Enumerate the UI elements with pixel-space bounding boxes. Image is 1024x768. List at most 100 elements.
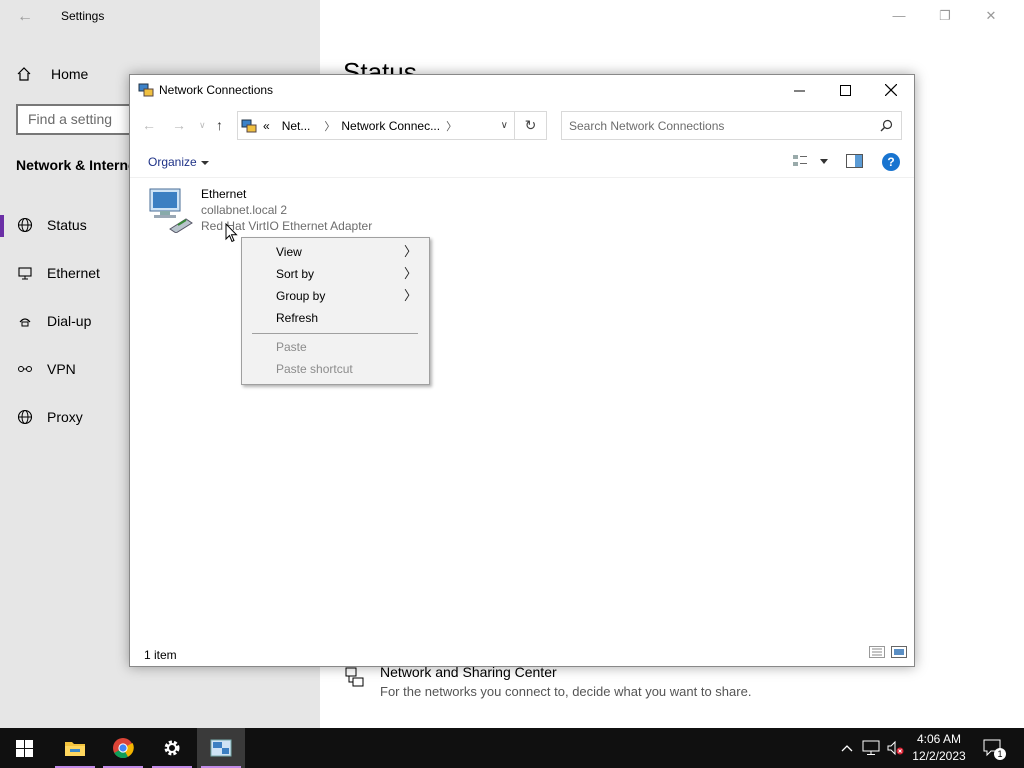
- menu-item-paste[interactable]: Paste: [244, 336, 427, 358]
- up-arrow-icon[interactable]: ↑: [216, 117, 223, 133]
- breadcrumb-chevron-icon[interactable]: 〉: [446, 118, 457, 134]
- breadcrumb-chevron-icon[interactable]: 〉: [324, 118, 335, 134]
- home-icon: [17, 67, 31, 81]
- context-menu: View 〉 Sort by 〉 Group by 〉 Refresh Past…: [241, 237, 430, 385]
- menu-item-refresh[interactable]: Refresh: [244, 307, 427, 329]
- connection-item-ethernet[interactable]: Ethernet collabnet.local 2 Red Hat VirtI…: [146, 185, 386, 237]
- taskbar-network-connections[interactable]: [197, 728, 245, 768]
- network-tray[interactable]: [860, 728, 882, 768]
- restore-icon[interactable]: ❐: [922, 8, 968, 24]
- address-bar[interactable]: « Net... 〉 Network Connec... 〉 ∨: [237, 111, 515, 140]
- minimize-icon[interactable]: —: [876, 8, 922, 24]
- sidebar-item-label: Status: [47, 217, 87, 233]
- vpn-icon: [16, 360, 34, 378]
- notification-center[interactable]: 1: [978, 728, 1008, 768]
- back-arrow-icon[interactable]: ←: [142, 117, 156, 133]
- refresh-icon: ↻: [524, 117, 537, 133]
- menu-item-label: Refresh: [276, 311, 319, 325]
- sidebar-item-label: Dial-up: [47, 313, 92, 329]
- chevron-right-icon: 〉: [403, 244, 417, 259]
- clock-time: 4:06 AM: [916, 732, 962, 746]
- globe-icon: [16, 216, 34, 234]
- menu-item-sort-by[interactable]: Sort by 〉: [244, 263, 427, 285]
- breadcrumb-item[interactable]: Network Connec...: [341, 119, 440, 133]
- minimize-button[interactable]: [776, 75, 822, 105]
- address-dropdown-icon[interactable]: ∨: [501, 120, 508, 131]
- phone-icon: [16, 312, 34, 330]
- menu-item-group-by[interactable]: Group by 〉: [244, 285, 427, 307]
- menu-item-view[interactable]: View 〉: [244, 241, 427, 263]
- chevron-right-icon: 〉: [403, 288, 417, 303]
- sidebar-item-label: Ethernet: [47, 265, 100, 281]
- status-view-buttons: [869, 646, 907, 658]
- chevron-down-icon: [200, 160, 209, 165]
- address-row: ← → ∨ ↑ « Net... 〉 Network Connec... 〉 ∨…: [130, 108, 914, 142]
- show-hidden-icons[interactable]: [838, 728, 856, 768]
- menu-item-label: Paste shortcut: [276, 362, 353, 376]
- title-bar[interactable]: Network Connections: [130, 75, 914, 105]
- preview-pane-icon[interactable]: [846, 154, 863, 168]
- back-arrow-icon[interactable]: ←: [14, 6, 36, 28]
- network-connections-icon: [138, 83, 154, 97]
- minimize-icon: [793, 90, 805, 91]
- clock-date: 12/2/2023: [912, 749, 966, 763]
- menu-item-label: Paste: [276, 340, 307, 354]
- chevron-right-icon: 〉: [403, 266, 417, 281]
- breadcrumb-overflow[interactable]: «: [263, 119, 270, 133]
- close-icon: [885, 84, 897, 96]
- view-options-icon: [793, 155, 807, 166]
- settings-title: Settings: [61, 9, 105, 23]
- chevron-up-icon: [841, 745, 853, 752]
- notification-badge: 1: [994, 748, 1006, 760]
- recent-chevron-icon[interactable]: ∨: [199, 120, 206, 131]
- maximize-button[interactable]: [822, 75, 868, 105]
- breadcrumb-item[interactable]: Net...: [282, 119, 311, 133]
- taskbar-chrome[interactable]: [99, 728, 147, 768]
- menu-item-label: Group by: [276, 289, 326, 303]
- close-button[interactable]: [868, 75, 914, 105]
- search-placeholder: Search Network Connections: [569, 118, 725, 133]
- settings-icon: [164, 740, 180, 756]
- chevron-down-icon: [820, 158, 828, 164]
- large-icons-view-icon[interactable]: [891, 646, 907, 658]
- network-connections-icon: [210, 739, 232, 757]
- close-icon[interactable]: ✕: [968, 8, 1014, 24]
- sidebar-item-label: Proxy: [47, 409, 83, 425]
- search-input[interactable]: Search Network Connections: [561, 111, 902, 140]
- section-heading: Network & Internet: [16, 157, 141, 173]
- home-nav-item[interactable]: Home: [16, 63, 88, 85]
- start-button[interactable]: [0, 728, 48, 768]
- menu-item-label: Sort by: [276, 267, 315, 281]
- sharing-center-description: For the networks you connect to, decide …: [380, 684, 752, 699]
- details-view-icon[interactable]: [869, 646, 885, 658]
- refresh-button[interactable]: ↻: [515, 111, 547, 140]
- taskbar: 4:06 AM 12/2/2023 1: [0, 728, 1024, 768]
- monitor-icon: [16, 264, 34, 282]
- volume-tray[interactable]: [884, 728, 906, 768]
- search-icon: [880, 119, 893, 132]
- network-connections-icon: [241, 119, 257, 132]
- menu-separator: [252, 333, 418, 334]
- network-status-icon: [862, 740, 880, 755]
- maximize-icon: [839, 84, 851, 96]
- forward-arrow-icon[interactable]: →: [172, 117, 186, 133]
- help-icon[interactable]: ?: [882, 153, 900, 171]
- view-options-button[interactable]: [792, 154, 828, 168]
- home-label: Home: [51, 66, 89, 82]
- menu-item-label: View: [276, 245, 302, 259]
- chrome-icon: [113, 738, 134, 759]
- taskbar-file-explorer[interactable]: [51, 728, 99, 768]
- sidebar-item-label: VPN: [47, 361, 76, 377]
- sharing-center-icon: [345, 667, 364, 687]
- taskbar-settings[interactable]: [148, 728, 196, 768]
- window-title: Network Connections: [159, 83, 274, 97]
- start-icon: [15, 739, 33, 757]
- system-clock[interactable]: 4:06 AM 12/2/2023: [908, 731, 970, 765]
- menu-item-paste-shortcut[interactable]: Paste shortcut: [244, 358, 427, 380]
- connection-domain: collabnet.local 2: [201, 203, 288, 217]
- file-explorer-icon: [65, 742, 85, 756]
- organize-label: Organize: [148, 155, 197, 169]
- organize-menu[interactable]: Organize: [148, 155, 209, 169]
- settings-window-controls: — ❐ ✕: [876, 8, 1014, 24]
- ethernet-adapter-icon: [149, 188, 193, 233]
